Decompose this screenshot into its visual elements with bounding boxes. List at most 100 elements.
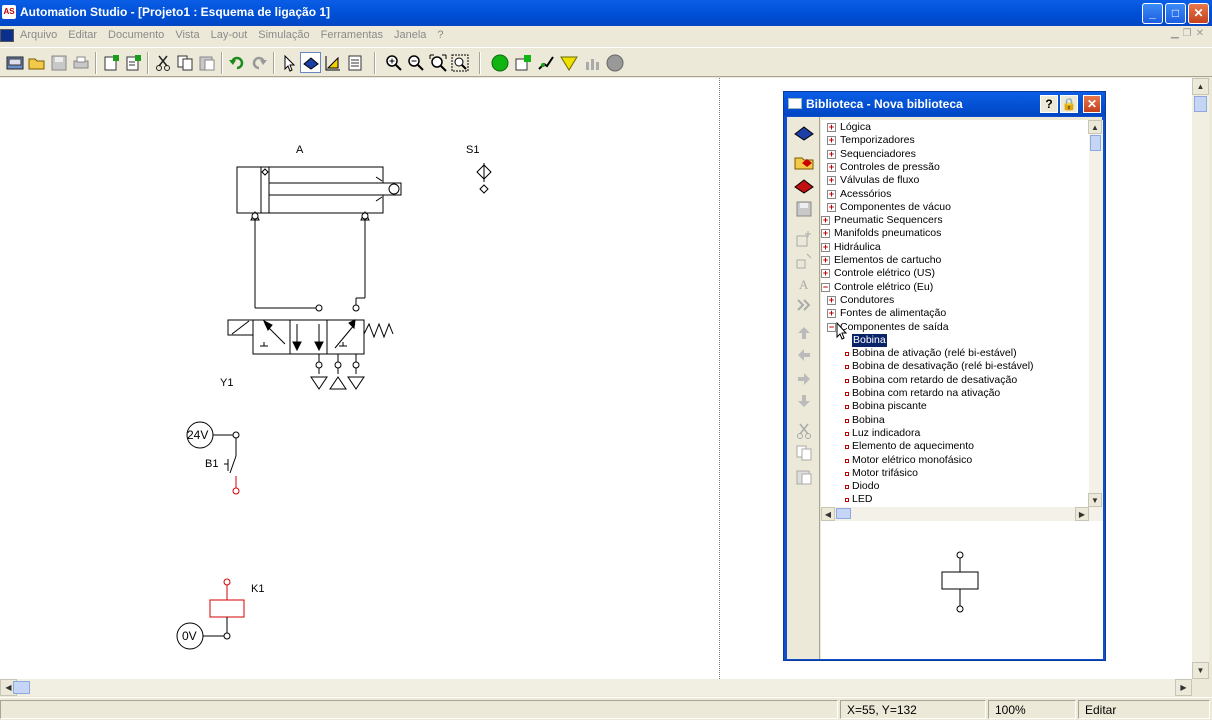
ruler-icon[interactable] [322,52,343,73]
expand-icon[interactable]: + [827,189,836,199]
vertical-scrollbar[interactable]: ▲ ▼ [1192,78,1209,679]
new-page-icon[interactable] [100,52,121,73]
move-right-icon[interactable] [793,369,815,389]
menu-item[interactable]: Simulação [258,29,309,41]
scroll-thumb[interactable] [1194,96,1207,112]
pneumatic-cylinder[interactable] [236,166,402,221]
mdi-restore-icon[interactable]: ❐ [1183,28,1192,39]
menu-item[interactable]: Documento [108,29,164,41]
expand-icon[interactable]: + [827,136,836,146]
print-icon[interactable] [70,52,91,73]
tree-horizontal-scrollbar[interactable]: ◀ ▶ [821,507,1103,521]
expand-icon[interactable]: + [821,242,830,252]
component-bullet-icon [845,405,849,410]
expand-icon[interactable]: + [827,202,836,212]
new-library-icon[interactable] [793,175,815,195]
expand-icon[interactable]: + [827,162,836,172]
expand-icon[interactable]: + [827,123,836,132]
tree-vertical-scrollbar[interactable]: ▲ ▼ [1088,120,1103,507]
lock-icon[interactable]: 🔒 [1060,95,1078,113]
properties-icon[interactable] [344,52,365,73]
paste-icon[interactable] [196,52,217,73]
tree-scroll-thumb[interactable] [1090,135,1101,151]
relay-coil-k1[interactable] [209,578,245,640]
library-icon[interactable] [300,52,321,73]
expand-icon[interactable]: + [821,256,830,265]
library-copy-icon[interactable] [793,443,815,463]
add-component-icon[interactable] [793,229,815,249]
copy-icon[interactable] [174,52,195,73]
mdi-close-icon[interactable]: ✕ [1196,28,1204,39]
menu-item[interactable]: Vista [175,29,199,41]
move-left-icon[interactable] [793,345,815,365]
library-tree[interactable]: + Lógica + Temporizadores + Sequenciadores + Co… [821,120,1103,507]
redo-icon[interactable] [248,52,269,73]
minimize-button[interactable]: _ [1142,3,1163,24]
simulation-pause-icon[interactable] [558,52,579,73]
help-button[interactable]: ? [1040,95,1058,113]
undo-icon[interactable] [226,52,247,73]
new-diagram-icon[interactable] [122,52,143,73]
library-close-button[interactable]: ✕ [1083,95,1101,113]
mdi-minimize-icon[interactable]: ▁ [1171,28,1179,39]
library-cut-icon[interactable] [793,421,815,441]
open-folder-icon[interactable] [26,52,47,73]
simulation-trace-icon[interactable] [535,52,556,73]
expand-icon[interactable]: + [827,295,836,305]
menu-item[interactable]: Lay-out [211,29,248,41]
close-button[interactable]: ✕ [1188,3,1209,24]
menu-item[interactable]: Arquivo [20,29,57,41]
pointer-tool-icon[interactable] [278,52,299,73]
scroll-right-icon[interactable]: ▶ [1175,679,1192,696]
scroll-thumb[interactable] [13,681,30,694]
scroll-down-icon[interactable]: ▼ [1192,662,1209,679]
zoom-fit-icon[interactable] [427,52,448,73]
menu-item[interactable]: Ferramentas [321,29,383,41]
zoom-out-icon[interactable] [405,52,426,73]
expand-icon[interactable]: + [821,269,830,279]
expand-icon[interactable]: + [827,309,836,319]
tree-scroll-down-icon[interactable]: ▼ [1088,493,1102,507]
document-icon[interactable] [0,29,14,42]
simulation-start-icon[interactable] [489,52,510,73]
save-library-icon[interactable] [793,199,815,219]
insert-component-icon[interactable] [793,251,815,271]
solenoid-valve[interactable] [227,319,394,390]
collapse-icon[interactable]: − [821,282,830,292]
horizontal-scrollbar[interactable]: ◀ ▶ [0,679,1192,696]
menu-item[interactable]: Janela [394,29,426,41]
expand-icon[interactable]: + [827,176,836,186]
cut-icon[interactable] [152,52,173,73]
position-sensor[interactable] [476,163,492,194]
simulation-stop-icon[interactable] [604,52,625,73]
new-project-icon[interactable] [4,52,25,73]
tree-scroll-right-icon[interactable]: ▶ [1075,507,1089,521]
scroll-up-icon[interactable]: ▲ [1192,78,1209,95]
expand-icon[interactable]: + [821,216,830,226]
library-paste-icon[interactable] [793,467,815,487]
move-down-icon[interactable] [793,391,815,411]
rename-icon[interactable]: A [793,273,815,293]
move-up-icon[interactable] [793,323,815,343]
simulation-slow-icon[interactable] [581,52,602,73]
expand-icon[interactable]: + [827,149,836,159]
expand-icon[interactable]: + [821,229,830,239]
sensor-label: S1 [466,144,480,156]
menu-item[interactable]: ? [437,29,443,41]
tree-hscroll-thumb[interactable] [836,508,851,519]
collapse-icon[interactable]: − [827,322,836,332]
maximize-button[interactable]: □ [1165,3,1186,24]
zoom-in-icon[interactable] [383,52,404,73]
simulation-step-icon[interactable] [512,52,533,73]
tree-scroll-up-icon[interactable]: ▲ [1088,120,1102,134]
library-book-icon[interactable] [793,123,815,143]
zoom-window-icon[interactable] [449,52,470,73]
library-window[interactable]: Biblioteca - Nova biblioteca ? 🔒 ✕ A + Ló… [783,91,1106,661]
open-library-icon[interactable] [793,151,815,171]
library-title-bar[interactable]: Biblioteca - Nova biblioteca ? 🔒 ✕ [784,92,1105,116]
save-icon[interactable] [48,52,69,73]
menu-item[interactable]: Editar [68,29,97,41]
contact-b1[interactable] [224,438,240,495]
tree-scroll-left-icon[interactable]: ◀ [821,507,835,521]
expand-all-icon[interactable] [793,295,815,315]
